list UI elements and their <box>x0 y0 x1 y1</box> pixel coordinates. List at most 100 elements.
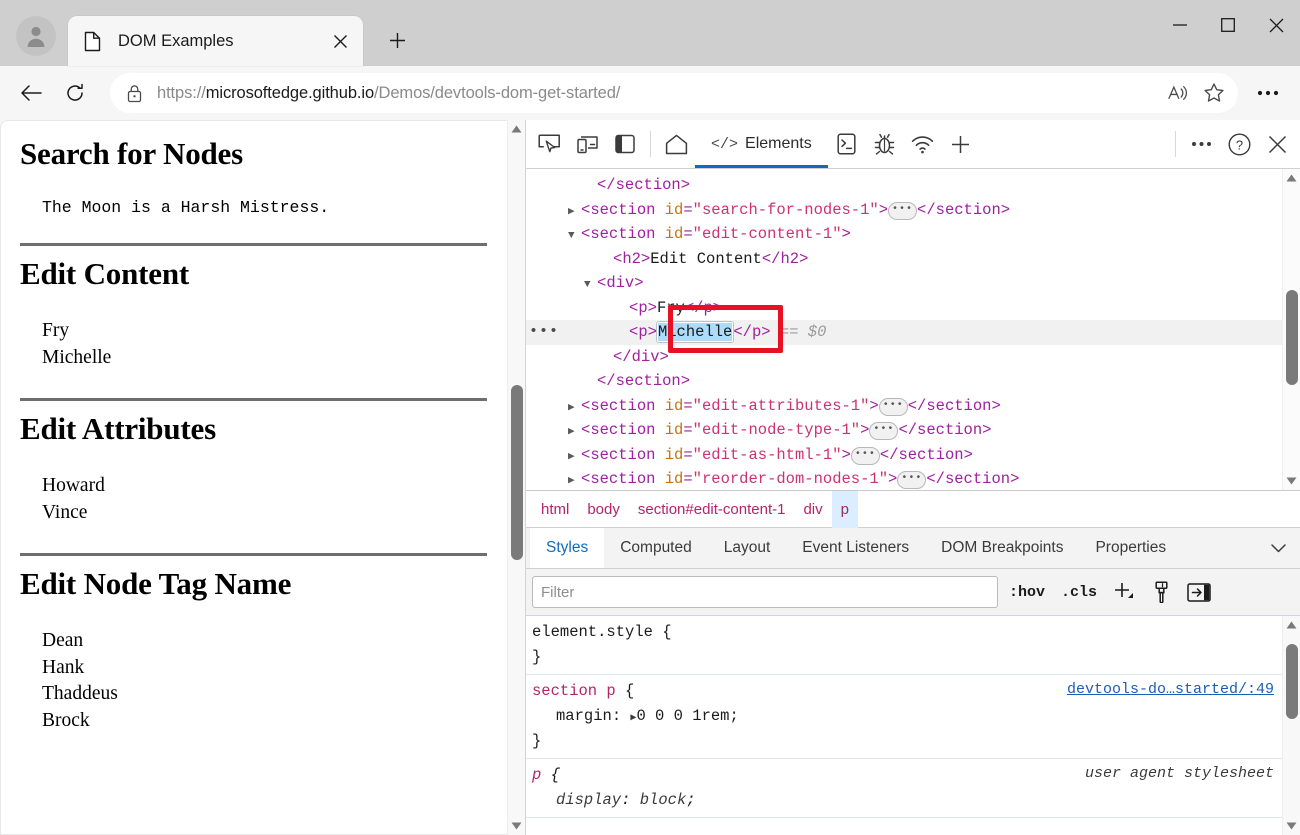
styles-scroll-down-arrow[interactable] <box>1283 817 1300 835</box>
inspect-element-button[interactable] <box>530 125 568 163</box>
dom-tree-row[interactable]: ▼<section id="edit-content-1"> <box>526 222 1282 247</box>
dom-scroll-down-arrow[interactable] <box>1283 472 1300 490</box>
sidebar-more-tabs-button[interactable] <box>1257 528 1300 568</box>
css-selector[interactable]: p <box>532 766 541 784</box>
collapsed-children-icon[interactable]: ••• <box>851 447 880 465</box>
dom-tree-row[interactable]: ▶<section id="edit-attributes-1">•••</se… <box>526 394 1282 419</box>
window-minimize-button[interactable] <box>1156 0 1204 50</box>
new-style-rule-button[interactable] <box>1108 577 1140 607</box>
css-selector-line[interactable]: element.style { <box>526 620 1282 645</box>
hov-button[interactable]: :hov <box>1004 577 1050 607</box>
dom-tree-row[interactable]: <p>Fry</p> <box>526 296 1282 321</box>
twisty-expanded-icon[interactable]: ▼ <box>568 224 581 249</box>
device-emulation-button[interactable] <box>568 125 606 163</box>
page-scroll-down-arrow[interactable] <box>508 817 525 835</box>
browser-settings-button[interactable] <box>1248 74 1288 112</box>
breadcrumb-item-div[interactable]: div <box>794 491 831 528</box>
breadcrumb-item-section-edit-content-1[interactable]: section#edit-content-1 <box>629 491 795 528</box>
css-property-value[interactable]: block <box>640 791 687 809</box>
console-button[interactable] <box>828 125 866 163</box>
dom-tree-pane[interactable]: </section>▶<section id="search-for-nodes… <box>526 169 1300 491</box>
element-classes-button[interactable] <box>1146 577 1176 607</box>
twisty-collapsed-icon[interactable]: ▶ <box>568 396 581 421</box>
dom-tree-row[interactable]: </section> <box>526 173 1282 198</box>
url-text[interactable]: https://microsoftedge.github.io/Demos/de… <box>157 84 1160 103</box>
css-rules-list[interactable]: element.style {} devtools-do…started/:49 s… <box>526 616 1282 835</box>
styles-scrollbar[interactable] <box>1282 616 1300 835</box>
cls-button[interactable]: .cls <box>1056 577 1102 607</box>
row-more-icon[interactable]: ••• <box>529 320 559 345</box>
dom-tree-row[interactable]: </div> <box>526 345 1282 370</box>
dom-tree-rows[interactable]: </section>▶<section id="search-for-nodes… <box>526 169 1282 490</box>
dom-tree-row[interactable]: ▶<section id="edit-as-html-1">•••</secti… <box>526 443 1282 468</box>
css-rule[interactable]: element.style {} <box>526 616 1282 675</box>
sidebar-tab-dom-breakpoints[interactable]: DOM Breakpoints <box>925 528 1079 568</box>
window-close-button[interactable] <box>1252 0 1300 50</box>
dom-tree-row[interactable]: ▶<section id="reorder-dom-nodes-1">•••</… <box>526 467 1282 490</box>
dom-tree-row[interactable]: </section> <box>526 369 1282 394</box>
styles-scroll-up-arrow[interactable] <box>1283 616 1300 634</box>
breadcrumb[interactable]: htmlbodysection#edit-content-1divp <box>526 491 1300 528</box>
tab-close-icon[interactable] <box>325 26 355 56</box>
collapsed-children-icon[interactable]: ••• <box>879 398 908 416</box>
css-selector[interactable]: section p <box>532 682 616 700</box>
dom-scroll-thumb[interactable] <box>1286 290 1298 385</box>
css-rule[interactable]: devtools-do…started/:49section p {margin… <box>526 675 1282 759</box>
back-button[interactable] <box>12 74 50 112</box>
dom-tree-row[interactable]: ▶<section id="edit-node-type-1">•••</sec… <box>526 418 1282 443</box>
devtools-close-button[interactable] <box>1258 125 1296 163</box>
css-property-name[interactable]: display <box>556 791 621 809</box>
reload-button[interactable] <box>56 74 94 112</box>
profile-avatar[interactable] <box>16 16 56 56</box>
page-scroll-thumb[interactable] <box>511 385 523 560</box>
devtools-help-button[interactable]: ? <box>1220 125 1258 163</box>
window-maximize-button[interactable] <box>1204 0 1252 50</box>
twisty-collapsed-icon[interactable]: ▶ <box>568 469 581 490</box>
toggle-computed-button[interactable] <box>1182 577 1216 607</box>
more-tools-button[interactable] <box>942 125 980 163</box>
sidebar-tab-layout[interactable]: Layout <box>708 528 787 568</box>
breadcrumb-item-html[interactable]: html <box>532 491 578 528</box>
dom-tree-row[interactable]: <h2>Edit Content</h2> <box>526 247 1282 272</box>
favorite-button[interactable] <box>1196 75 1232 111</box>
collapsed-children-icon[interactable]: ••• <box>897 471 926 489</box>
tab-elements[interactable]: </> Elements <box>695 121 828 168</box>
dom-tree-row[interactable]: ▼<div> <box>526 271 1282 296</box>
network-button[interactable] <box>904 125 942 163</box>
styles-scroll-thumb[interactable] <box>1286 644 1298 719</box>
sidebar-tab-computed[interactable]: Computed <box>604 528 708 568</box>
sidebar-tabs[interactable]: StylesComputedLayoutEvent ListenersDOM B… <box>526 528 1300 569</box>
sidebar-tab-styles[interactable]: Styles <box>530 528 604 568</box>
css-property-value[interactable]: 0 0 0 1rem <box>636 707 729 725</box>
twisty-collapsed-icon[interactable]: ▶ <box>568 200 581 225</box>
dom-scroll-up-arrow[interactable] <box>1283 169 1300 187</box>
twisty-collapsed-icon[interactable]: ▶ <box>568 420 581 445</box>
new-tab-button[interactable] <box>380 23 414 57</box>
dom-tree-scrollbar[interactable] <box>1282 169 1300 490</box>
styles-filter-input[interactable]: Filter <box>532 576 998 608</box>
lock-icon[interactable] <box>126 84 143 103</box>
page-scrollbar[interactable] <box>507 120 525 835</box>
dom-tree-row[interactable]: ▶<section id="search-for-nodes-1">•••</s… <box>526 198 1282 223</box>
inline-text-editor[interactable]: Michelle <box>657 322 733 342</box>
address-bar[interactable]: https://microsoftedge.github.io/Demos/de… <box>110 73 1238 113</box>
collapsed-children-icon[interactable]: ••• <box>869 422 898 440</box>
dom-tree-row-selected[interactable]: ••• <p>Michelle</p> == $0 <box>526 320 1282 345</box>
css-declaration[interactable]: margin: ▶0 0 0 1rem; <box>526 704 1282 729</box>
browser-tab[interactable]: DOM Examples <box>68 16 363 66</box>
rule-origin-link[interactable]: devtools-do…started/:49 <box>1067 681 1274 698</box>
twisty-collapsed-icon[interactable]: ▶ <box>568 445 581 470</box>
css-declaration[interactable]: display: block; <box>526 788 1282 813</box>
sidebar-tab-properties[interactable]: Properties <box>1079 528 1182 568</box>
dock-side-button[interactable] <box>606 125 644 163</box>
css-rule[interactable]: user agent stylesheetp {display: block; <box>526 759 1282 818</box>
page-scroll-up-arrow[interactable] <box>508 120 525 138</box>
breadcrumb-item-p[interactable]: p <box>832 491 858 528</box>
css-selector[interactable]: element.style <box>532 623 653 641</box>
sidebar-tab-event-listeners[interactable]: Event Listeners <box>786 528 925 568</box>
twisty-expanded-icon[interactable]: ▼ <box>584 273 597 298</box>
devtools-more-button[interactable] <box>1182 125 1220 163</box>
read-aloud-button[interactable] <box>1160 75 1196 111</box>
css-property-name[interactable]: margin <box>556 707 612 725</box>
collapsed-children-icon[interactable]: ••• <box>888 202 917 220</box>
